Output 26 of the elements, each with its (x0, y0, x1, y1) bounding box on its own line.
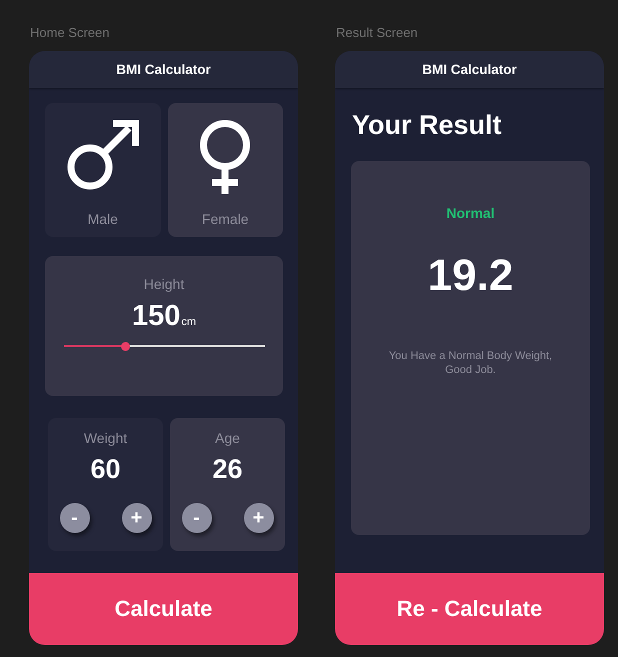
app-title: BMI Calculator (116, 62, 211, 77)
screen-label: Result Screen (336, 25, 418, 41)
calculate-button[interactable]: Calculate (29, 573, 298, 645)
recalculate-button[interactable]: Re - Calculate (335, 573, 604, 645)
height-value: 150 (132, 299, 180, 333)
counter-label: Weight (84, 430, 128, 447)
male-symbol-icon (66, 120, 139, 190)
decrement-button[interactable]: - (182, 503, 212, 533)
height-label: Height (144, 276, 184, 293)
result-status: Normal (446, 205, 495, 222)
bmi-value: 19.2 (428, 250, 514, 302)
counter-value: 60 (90, 453, 121, 485)
app-title: BMI Calculator (422, 62, 517, 77)
increment-button[interactable]: + (122, 503, 152, 533)
gender-option[interactable]: Male (45, 103, 160, 237)
counter-label: Age (215, 430, 240, 447)
result-message: You Have a Normal Body Weight, Good Job. (388, 349, 554, 377)
height-unit: cm (181, 316, 196, 328)
counter-value: 26 (212, 453, 243, 485)
result-heading: Your Result (352, 109, 502, 142)
decrement-button[interactable]: - (60, 503, 90, 533)
slider-thumb[interactable] (121, 342, 130, 350)
increment-button[interactable]: + (244, 503, 274, 533)
gender-option[interactable]: Female (168, 103, 283, 237)
female-symbol-icon (200, 120, 250, 194)
screen-label: Home Screen (30, 25, 110, 41)
